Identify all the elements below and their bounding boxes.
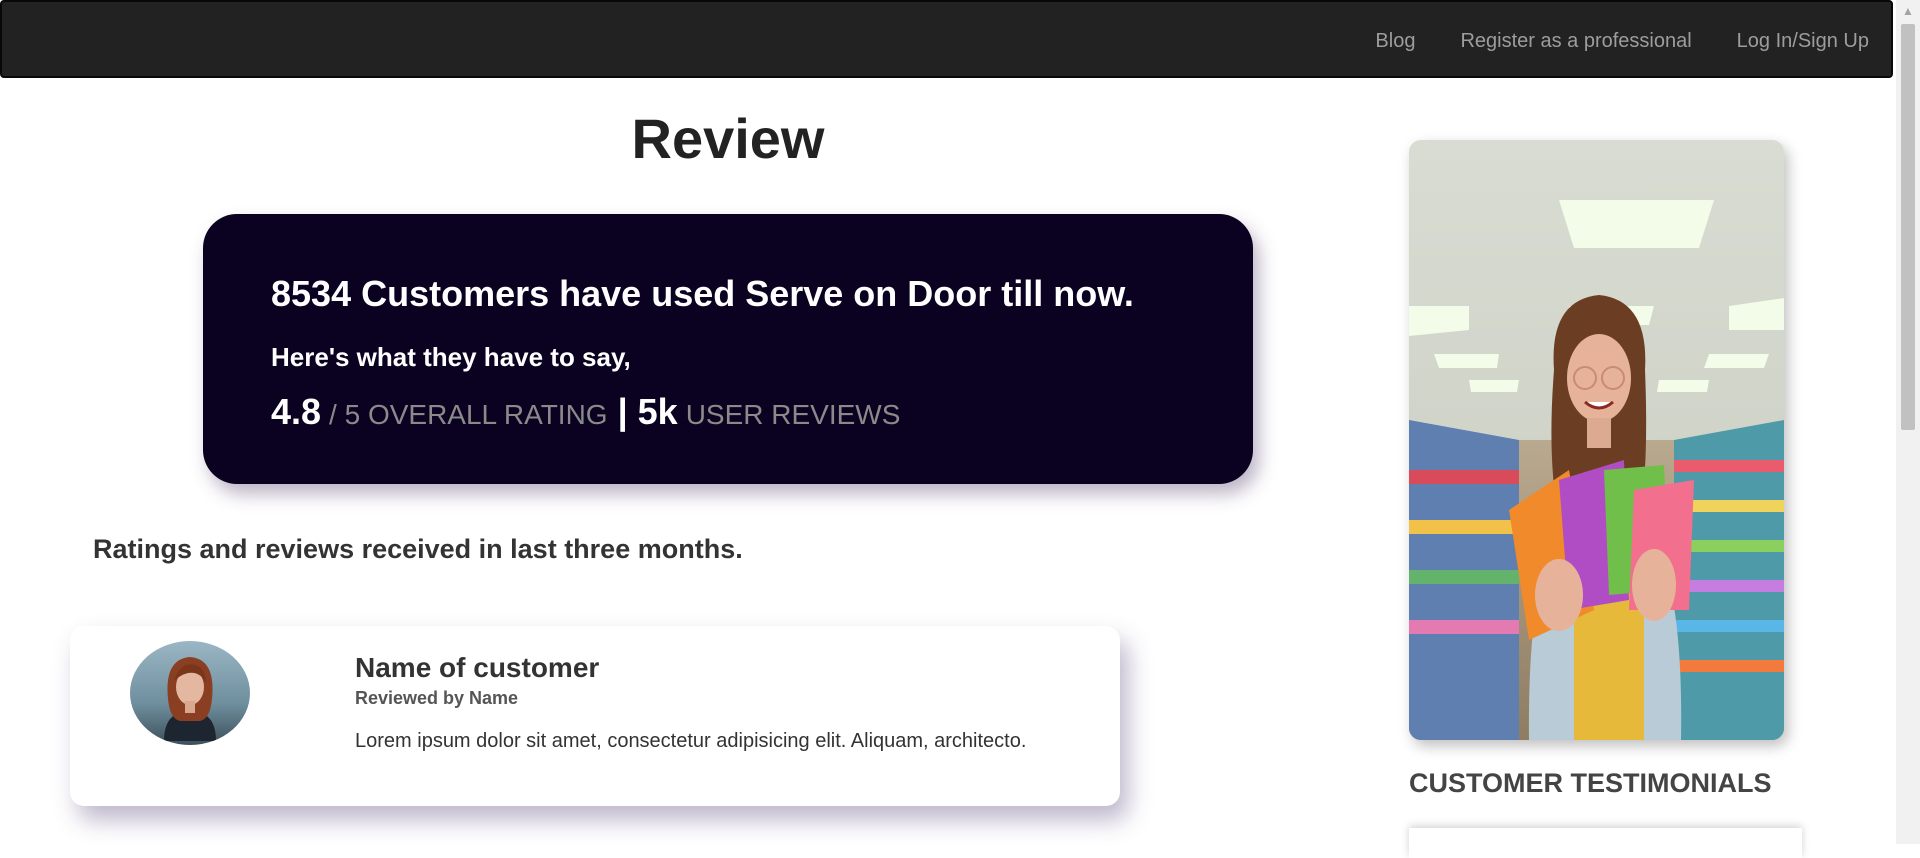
nav-link-blog[interactable]: Blog xyxy=(1375,30,1415,53)
page-scrollbar[interactable]: ▲ xyxy=(1896,0,1920,844)
customer-avatar xyxy=(130,641,250,745)
customer-testimonials-heading: CUSTOMER TESTIMONIALS xyxy=(1409,768,1772,798)
review-text: Lorem ipsum dolor sit amet, consectetur … xyxy=(355,730,1027,752)
scrollbar-thumb[interactable] xyxy=(1901,24,1915,430)
triangle-up-icon[interactable]: ▲ xyxy=(1896,0,1920,22)
customer-name: Name of customer xyxy=(355,652,600,683)
recent-reviews-heading: Ratings and reviews received in last thr… xyxy=(93,534,743,564)
reviewer-line: Reviewed by Name xyxy=(355,688,519,708)
overall-rating-label: / 5 OVERALL RATING xyxy=(329,398,608,430)
user-reviews-label: USER REVIEWS xyxy=(685,398,901,430)
shopper-photo xyxy=(1409,140,1784,740)
banner-subline: Here's what they have to say, xyxy=(271,341,631,372)
customer-stats-banner: 8534 Customers have used Serve on Door t… xyxy=(203,214,1253,484)
nav-link-register-professional[interactable]: Register as a professional xyxy=(1460,30,1691,53)
top-navbar: Blog Register as a professional Log In/S… xyxy=(0,0,1893,78)
testimonial-card xyxy=(1409,828,1802,858)
rating-summary: 4.8 / 5 OVERALL RATING | 5k USER REVIEWS xyxy=(271,391,1253,433)
nav-link-login-signup[interactable]: Log In/Sign Up xyxy=(1737,30,1869,53)
user-reviews-count: 5k xyxy=(637,390,678,432)
stats-separator: | xyxy=(617,390,628,432)
nav-links: Blog Register as a professional Log In/S… xyxy=(1375,2,1869,80)
overall-rating-value: 4.8 xyxy=(271,390,322,432)
page-title: Review xyxy=(631,107,825,170)
customer-count-headline: 8534 Customers have used Serve on Door t… xyxy=(271,273,1134,314)
review-card: Name of customer Reviewed by Name Lorem … xyxy=(70,626,1120,806)
